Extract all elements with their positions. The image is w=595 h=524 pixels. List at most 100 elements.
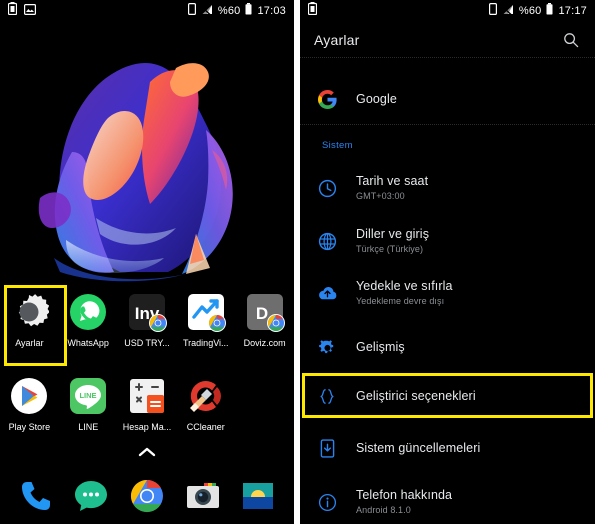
app-grid-row-2: Play Store LINE LINE Hesap Ma... CCleane… xyxy=(0,370,294,450)
tradingview-icon xyxy=(186,292,226,332)
settings-row-subtitle: Android 8.1.0 xyxy=(356,505,411,515)
sim-card-icon xyxy=(187,2,196,20)
settings-row-text: Diller ve giriş Türkçe (Türkiye) xyxy=(356,226,429,256)
app-icon-ayarlar[interactable]: Ayarlar xyxy=(0,286,59,348)
settings-battery-percent: %60 xyxy=(518,5,542,17)
app-label: Ayarlar xyxy=(15,338,44,348)
app-icon-play-store[interactable]: Play Store xyxy=(0,370,59,432)
dock-icon-gallery[interactable] xyxy=(230,471,286,515)
app-label: Doviz.com xyxy=(243,338,286,348)
dock-icon-camera[interactable] xyxy=(175,471,231,515)
investing-icon: Inv xyxy=(127,292,167,332)
settings-row-title: Telefon hakkında xyxy=(356,488,453,502)
home-status-right-icons: %60 17:03 xyxy=(187,2,294,20)
signal-bars-icon xyxy=(201,2,213,20)
app-icon-whatsapp[interactable]: WhatsApp xyxy=(59,286,118,348)
app-icon-doviz[interactable]: D Doviz.com xyxy=(235,286,294,348)
settings-row-text: Tarih ve saat GMT+03:00 xyxy=(356,173,428,203)
braces-icon xyxy=(310,381,344,411)
settings-panel: %60 17:17 Ayarlar Google Sistem Tarih ve… xyxy=(300,0,595,524)
settings-gear-icon xyxy=(9,292,50,332)
svg-text:D: D xyxy=(255,304,267,323)
settings-row-text: Telefon hakkında Android 8.1.0 xyxy=(356,487,452,517)
chevron-up-icon xyxy=(138,447,156,457)
home-status-bar: %60 17:03 xyxy=(0,0,294,22)
settings-row-text: Geliştirici seçenekleri xyxy=(356,388,476,404)
settings-row-telefon-hakkinda[interactable]: Telefon hakkında Android 8.1.0 xyxy=(300,482,595,522)
app-label: WhatsApp xyxy=(67,338,109,348)
gallery-icon xyxy=(239,477,277,515)
app-label: USD TRY... xyxy=(124,338,170,348)
messages-icon xyxy=(72,477,110,515)
settings-row-yedekle-ve-sifirla[interactable]: Yedekle ve sıfırla Yedekleme devre dışı xyxy=(300,273,595,313)
settings-status-right-icons: %60 17:17 xyxy=(488,2,595,20)
settings-row-title: Gelişmiş xyxy=(356,340,405,354)
app-icon-hesap-makinesi[interactable]: Hesap Ma... xyxy=(118,370,177,432)
settings-row-text: Gelişmiş xyxy=(356,339,405,355)
battery-icon xyxy=(245,2,252,20)
settings-row-gelismis[interactable]: Gelişmiş xyxy=(300,332,595,362)
settings-row-title: Sistem güncellemeleri xyxy=(356,441,481,455)
search-icon[interactable] xyxy=(561,30,581,50)
settings-row-title: Geliştirici seçenekleri xyxy=(356,389,476,403)
dock xyxy=(0,462,294,524)
settings-clock: 17:17 xyxy=(558,5,587,17)
ccleaner-icon xyxy=(186,376,226,416)
dock-icon-phone[interactable] xyxy=(8,471,64,515)
app-grid-row-1: Ayarlar WhatsApp Inv USD TRY... TradingV… xyxy=(0,286,294,366)
sim-card-icon xyxy=(488,2,497,20)
settings-status-bar: %60 17:17 xyxy=(300,0,595,22)
settings-row-title: Tarih ve saat xyxy=(356,174,429,188)
screenshot-image-icon xyxy=(24,2,37,20)
settings-row-subtitle: Yedekleme devre dışı xyxy=(356,296,445,306)
info-icon xyxy=(310,487,344,517)
app-icon-tradingview[interactable]: TradingVi... xyxy=(176,286,235,348)
page-title: Ayarlar xyxy=(314,31,360,48)
settings-row-google[interactable]: Google xyxy=(300,80,595,118)
app-label: Hesap Ma... xyxy=(122,422,172,432)
settings-row-tarih-ve-saat[interactable]: Tarih ve saat GMT+03:00 xyxy=(300,168,595,208)
app-label: CCleaner xyxy=(186,422,225,432)
section-header-sistem: Sistem xyxy=(322,140,353,151)
settings-status-left-icons xyxy=(300,2,318,20)
app-label: TradingVi... xyxy=(183,338,229,348)
battery-icon xyxy=(546,2,553,20)
settings-row-gelistirici-secenekleri[interactable]: Geliştirici seçenekleri xyxy=(300,381,595,411)
globe-icon xyxy=(310,226,344,256)
settings-row-subtitle: GMT+03:00 xyxy=(356,191,405,201)
app-drawer-handle[interactable] xyxy=(0,444,294,462)
chrome-icon xyxy=(128,477,166,515)
divider-under-header xyxy=(300,57,595,58)
screenshot-root: %60 17:03 Ayarlar WhatsApp Inv USD TRY..… xyxy=(0,0,595,524)
system-update-icon xyxy=(310,433,344,463)
whatsapp-icon xyxy=(68,292,108,332)
app-icon-usd-try[interactable]: Inv USD TRY... xyxy=(118,286,177,348)
play-store-icon xyxy=(9,376,49,416)
battery-saver-icon xyxy=(307,2,318,20)
battery-saver-icon xyxy=(7,2,18,20)
dock-icon-messages[interactable] xyxy=(64,471,120,515)
dock-icon-chrome[interactable] xyxy=(119,471,175,515)
home-status-left-icons xyxy=(0,2,37,20)
settings-row-text: Sistem güncellemeleri xyxy=(356,440,480,456)
settings-row-title: Yedekle ve sıfırla xyxy=(356,279,453,293)
app-icon-ccleaner[interactable]: CCleaner xyxy=(176,370,235,432)
cloud-upload-icon xyxy=(310,278,344,308)
google-g-icon xyxy=(310,84,344,114)
settings-header: Ayarlar xyxy=(300,22,595,57)
settings-row-title: Google xyxy=(356,92,397,106)
settings-row-sistem-guncellemeleri[interactable]: Sistem güncellemeleri xyxy=(300,433,595,463)
doviz-icon: D xyxy=(245,292,285,332)
app-icon-line[interactable]: LINE LINE xyxy=(59,370,118,432)
signal-bars-icon xyxy=(502,2,514,20)
settings-row-diller-ve-giris[interactable]: Diller ve giriş Türkçe (Türkiye) xyxy=(300,221,595,261)
panel-divider xyxy=(294,0,300,524)
calculator-icon xyxy=(127,376,167,416)
gear-icon xyxy=(310,332,344,362)
divider-under-google xyxy=(300,124,595,125)
app-slot-empty xyxy=(235,370,294,376)
clock-icon xyxy=(310,173,344,203)
settings-row-text: Google xyxy=(356,91,397,107)
settings-row-title: Diller ve giriş xyxy=(356,227,430,241)
home-battery-percent: %60 xyxy=(217,5,241,17)
